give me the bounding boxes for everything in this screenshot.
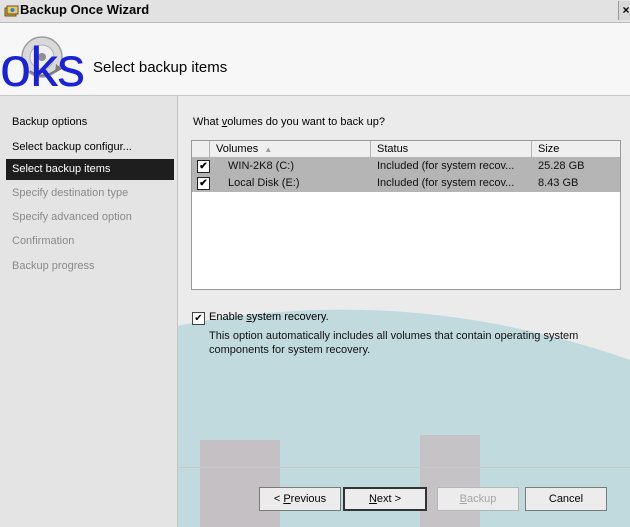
nav-step-backup-progress: Backup progress <box>12 260 95 272</box>
system-recovery-description: This option automatically includes all v… <box>209 330 579 356</box>
nav-step-backup-options[interactable]: Backup options <box>6 112 174 133</box>
cancel-button[interactable]: Cancel <box>525 487 607 511</box>
window-title: Backup Once Wizard <box>20 2 150 17</box>
nav-step-confirmation: Confirmation <box>12 235 75 247</box>
nav-step-specify-advanced-option: Specify advanced option <box>12 211 132 223</box>
table-row[interactable]: ✔ Local Disk (E:) Included (for system r… <box>192 175 620 192</box>
volumes-question: What volumes do you want to back up? <box>193 116 385 128</box>
footer-divider <box>178 467 630 468</box>
enable-system-recovery-label[interactable]: Enable system recovery. <box>209 311 329 323</box>
main-content: What volumes do you want to back up? Vol… <box>178 96 630 527</box>
wizard-steps-nav: Backup options Select backup configur...… <box>0 96 178 527</box>
backup-wizard-icon <box>4 5 19 17</box>
close-icon[interactable]: × <box>618 1 630 20</box>
next-button[interactable]: Next > <box>343 487 427 511</box>
volumes-list-header: Volumes ▲ Status Size <box>192 141 620 158</box>
column-status[interactable]: Status <box>371 141 532 157</box>
volumes-list[interactable]: Volumes ▲ Status Size ✔ WIN-2K8 (C:) Incl… <box>191 140 621 290</box>
column-volumes[interactable]: Volumes ▲ <box>210 141 371 157</box>
wizard-window: Backup Once Wizard × Select backup items… <box>0 0 630 527</box>
page-title: Select backup items <box>93 59 228 76</box>
sort-ascending-icon: ▲ <box>264 145 273 154</box>
nav-step-select-backup-items[interactable]: Select backup items <box>6 159 174 180</box>
volume-status: Included (for system recov... <box>377 160 515 172</box>
previous-button[interactable]: < Previous <box>259 487 341 511</box>
row-checkbox[interactable]: ✔ <box>197 177 210 190</box>
table-row[interactable]: ✔ WIN-2K8 (C:) Included (for system reco… <box>192 158 620 175</box>
row-checkbox[interactable]: ✔ <box>197 160 210 173</box>
volume-status: Included (for system recov... <box>377 177 515 189</box>
nav-step-select-backup-configuration[interactable]: Select backup configur... <box>6 137 174 158</box>
column-check[interactable] <box>192 141 210 157</box>
volume-name: WIN-2K8 (C:) <box>228 160 294 172</box>
enable-system-recovery-checkbox[interactable]: ✔ <box>192 312 205 325</box>
nav-step-specify-destination-type: Specify destination type <box>12 187 129 199</box>
volume-name: Local Disk (E:) <box>228 177 300 189</box>
wizard-header: Select backup items <box>0 23 630 96</box>
backup-button[interactable]: Backup <box>437 487 519 511</box>
title-bar[interactable]: Backup Once Wizard × <box>0 0 630 23</box>
column-size[interactable]: Size <box>532 141 620 157</box>
volume-size: 25.28 GB <box>538 160 585 172</box>
volume-size: 8.43 GB <box>538 177 579 189</box>
watermark-text: oks <box>0 35 85 98</box>
